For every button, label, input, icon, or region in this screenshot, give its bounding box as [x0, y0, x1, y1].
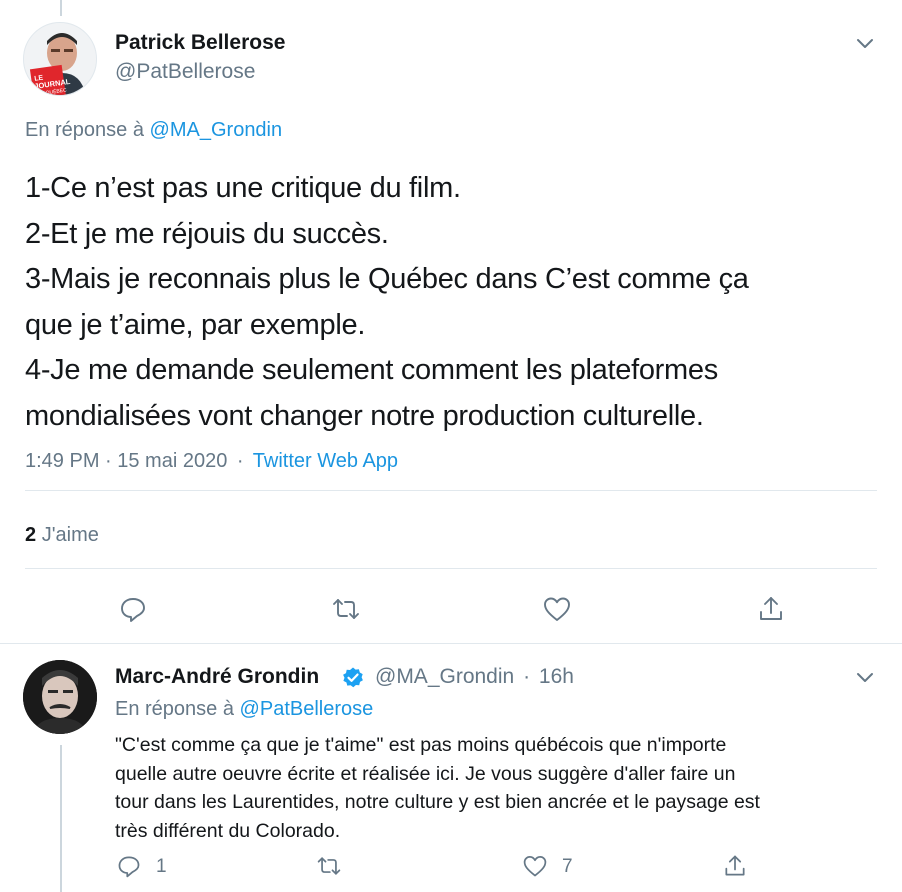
- tweet-meta: 1:49 PM · 15 mai 2020 · Twitter Web App: [25, 450, 398, 473]
- tweet-timestamp[interactable]: 1:49 PM · 15 mai 2020: [25, 450, 227, 472]
- avatar-image: [23, 660, 97, 734]
- reply-action-like[interactable]: 7: [522, 853, 582, 881]
- avatar-image: LE JOURNAL DE QUÉBEC: [24, 23, 96, 95]
- heart-icon[interactable]: [542, 594, 572, 624]
- reply-to-link[interactable]: @PatBellerose: [240, 698, 374, 720]
- reply-text: "C'est comme ça que je t'aime" est pas m…: [115, 731, 885, 845]
- reply-line: très différent du Colorado.: [115, 819, 341, 842]
- author-name[interactable]: Patrick Bellerose: [115, 31, 285, 55]
- reply-author-name[interactable]: Marc-André Grondin: [115, 665, 319, 689]
- tweet-line: 4-Je me demande seulement comment les pl…: [25, 354, 718, 386]
- tweet-line: 3-Mais je reconnais plus le Québec dans …: [25, 263, 749, 295]
- tweet-separator: [0, 643, 902, 644]
- verified-badge-icon: [341, 666, 365, 690]
- tweet-line: mondialisées vont changer notre producti…: [25, 399, 704, 432]
- tweet-line: 2-Et je me réjouis du succès.: [25, 217, 389, 250]
- likes-count: 2: [25, 524, 37, 546]
- share-icon[interactable]: [756, 594, 786, 624]
- chevron-down-icon[interactable]: [854, 666, 876, 688]
- likes-label: J'aime: [41, 524, 99, 546]
- reply-icon[interactable]: [118, 594, 148, 624]
- thread-line-top: [60, 0, 62, 16]
- reply-action-reply[interactable]: 1: [116, 853, 176, 881]
- chevron-down-icon[interactable]: [854, 32, 876, 54]
- tweet-line: 1-Ce n’est pas une critique du film.: [25, 172, 461, 204]
- reply-line: "C'est comme ça que je t'aime" est pas m…: [115, 734, 727, 756]
- reply-line: quelle autre oeuvre écrite et réalisée i…: [115, 762, 736, 785]
- reply-to-link[interactable]: @MA_Grondin: [150, 119, 283, 141]
- reply-prefix: En réponse à: [115, 698, 234, 720]
- reply-prefix: En réponse à: [25, 119, 144, 141]
- reply-context: En réponse à @MA_Grondin: [25, 119, 282, 142]
- meta-separator: ·: [236, 450, 244, 472]
- reply-handle-time: @MA_Grondin · 16h: [375, 665, 574, 689]
- reply-count: 1: [156, 856, 167, 877]
- avatar-patrick-bellerose[interactable]: LE JOURNAL DE QUÉBEC: [23, 22, 97, 96]
- reply-author-handle[interactable]: @MA_Grondin: [375, 665, 514, 688]
- like-count: 7: [562, 856, 573, 877]
- meta-separator: ·: [523, 665, 531, 688]
- reply-context: En réponse à @PatBellerose: [115, 698, 373, 721]
- heart-icon: [523, 856, 547, 877]
- tweet-line: que je t’aime, par exemple.: [25, 308, 366, 341]
- author-handle[interactable]: @PatBellerose: [115, 60, 255, 84]
- reply-line: tour dans les Laurentides, notre culture…: [115, 791, 760, 813]
- retweet-icon[interactable]: [316, 853, 346, 881]
- reply-icon: [118, 856, 140, 878]
- likes-stat[interactable]: 2 J'aime: [25, 524, 99, 547]
- retweet-icon[interactable]: [331, 594, 361, 624]
- thread-line: [60, 745, 62, 892]
- divider: [25, 568, 877, 569]
- avatar-marc-andre-grondin[interactable]: [23, 660, 97, 734]
- divider: [25, 490, 877, 491]
- reply-timestamp[interactable]: 16h: [539, 665, 574, 688]
- share-icon[interactable]: [722, 853, 752, 881]
- tweet-source-link[interactable]: Twitter Web App: [253, 450, 398, 472]
- tweet-text: 1-Ce n’est pas une critique du film. 2-E…: [25, 166, 885, 439]
